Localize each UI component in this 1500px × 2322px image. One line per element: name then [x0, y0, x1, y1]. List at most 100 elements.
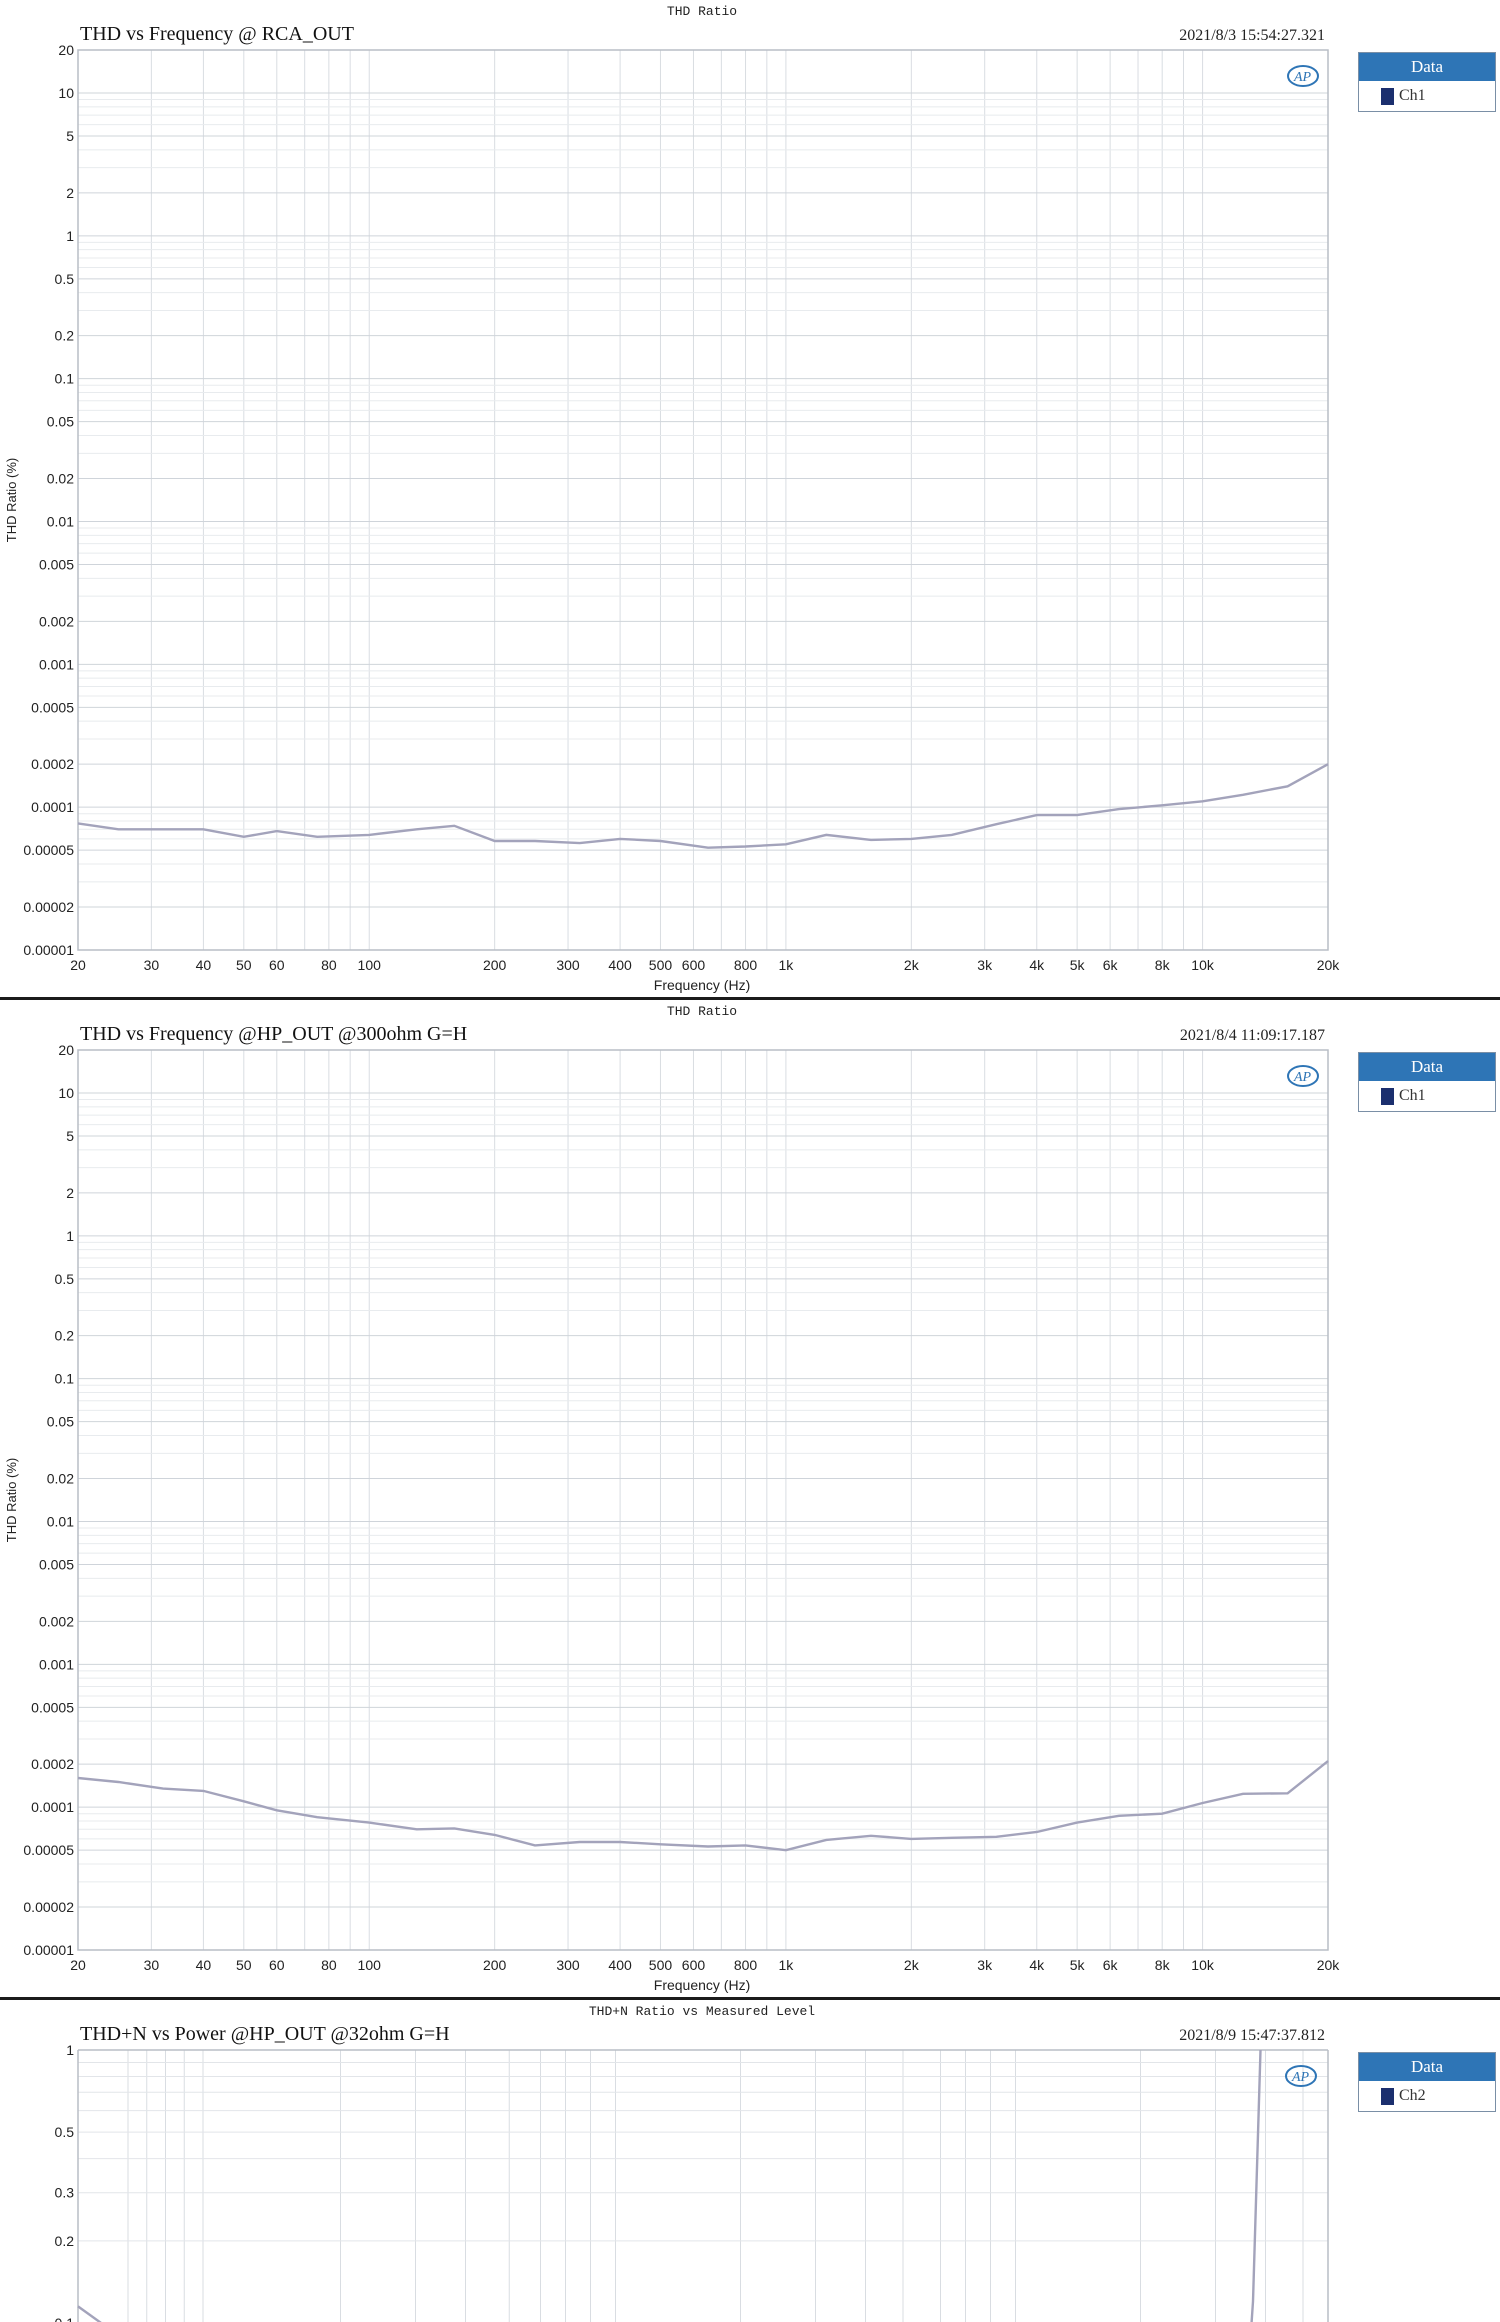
- legend-entry[interactable]: Ch1: [1359, 81, 1495, 111]
- x-tick-label: 6k: [1103, 957, 1119, 973]
- x-tick-label: 30: [144, 1957, 160, 1973]
- x-tick-label: 20: [70, 957, 86, 973]
- legend-label: Ch1: [1399, 1087, 1426, 1104]
- legend-entry[interactable]: Ch2: [1359, 2081, 1495, 2111]
- y-tick-label: 0.01: [47, 1513, 74, 1529]
- x-tick-label: 3k: [977, 957, 993, 973]
- y-tick-label: 10: [58, 1085, 74, 1101]
- x-tick-label: 20: [70, 1957, 86, 1973]
- x-tick-label: 800: [734, 957, 758, 973]
- chart-title: THD vs Frequency @HP_OUT @300ohm G=H: [80, 1023, 467, 1045]
- y-tick-label: 0.05: [47, 1414, 74, 1430]
- chart-panel-3: THD+N Ratio vs Measured Level THD+N vs Po…: [0, 2000, 1500, 2322]
- legend-label: Ch2: [1399, 2087, 1426, 2104]
- y-tick-label: 0.005: [39, 556, 74, 572]
- y-tick-label: 5: [66, 128, 74, 144]
- y-tick-label: 0.0002: [31, 756, 74, 772]
- x-tick-label: 3k: [977, 1957, 993, 1973]
- x-tick-label: 20k: [1317, 957, 1341, 973]
- x-tick-label: 200: [483, 957, 507, 973]
- x-tick-label: 500: [649, 1957, 673, 1973]
- legend-2: Data Ch1: [1358, 1052, 1496, 1112]
- legend-title: Data: [1359, 2053, 1495, 2081]
- x-tick-label: 4k: [1029, 1957, 1045, 1973]
- x-tick-label: 5k: [1070, 1957, 1086, 1973]
- x-axis-label: Frequency (Hz): [654, 977, 750, 993]
- y-tick-label: 0.0005: [31, 1699, 74, 1715]
- y-tick-label: 0.001: [39, 1656, 74, 1672]
- chart-header: THD Ratio: [667, 4, 737, 19]
- y-tick-label: 0.00005: [23, 1842, 74, 1858]
- y-tick-label: 0.05: [47, 414, 74, 430]
- chart-timestamp: 2021/8/9 15:47:37.812: [1179, 2027, 1325, 2044]
- x-tick-label: 50: [236, 957, 252, 973]
- x-tick-label: 500: [649, 957, 673, 973]
- y-tick-label: 0.0001: [31, 1799, 74, 1815]
- chart-svg-1: THD Ratio THD vs Frequency @ RCA_OUT 2021/…: [4, 4, 1341, 993]
- chart-timestamp: 2021/8/4 11:09:17.187: [1180, 1027, 1325, 1044]
- y-tick-label: 0.00001: [23, 942, 74, 958]
- x-tick-label: 20k: [1317, 1957, 1341, 1973]
- x-tick-label: 60: [269, 957, 285, 973]
- x-tick-label: 40: [196, 1957, 212, 1973]
- chart-svg-3: THD+N Ratio vs Measured Level THD+N vs Po…: [55, 2004, 1329, 2322]
- chart-title: THD vs Frequency @ RCA_OUT: [80, 23, 354, 45]
- y-tick-label: 0.002: [39, 613, 74, 629]
- y-tick-label: 0.02: [47, 1471, 74, 1487]
- y-tick-label: 10: [58, 85, 74, 101]
- y-tick-label: 0.01: [47, 513, 74, 529]
- legend-swatch: [1381, 87, 1394, 105]
- y-tick-label: 0.02: [47, 471, 74, 487]
- x-tick-label: 8k: [1155, 1957, 1171, 1973]
- y-tick-label: 0.001: [39, 656, 74, 672]
- legend-title: Data: [1359, 53, 1495, 81]
- x-tick-label: 400: [608, 957, 632, 973]
- svg-text:AP: AP: [1293, 1070, 1312, 1085]
- chart-svg-2: THD Ratio THD vs Frequency @HP_OUT @300oh…: [4, 1004, 1341, 1993]
- y-tick-label: 0.0002: [31, 1756, 74, 1772]
- legend-entry[interactable]: Ch1: [1359, 1081, 1495, 1111]
- x-tick-label: 1k: [779, 957, 795, 973]
- ap-logo-icon: AP: [1285, 63, 1321, 89]
- x-tick-label: 600: [682, 957, 706, 973]
- y-tick-label: 1: [66, 2042, 74, 2058]
- x-tick-label: 200: [483, 1957, 507, 1973]
- x-tick-label: 300: [556, 957, 580, 973]
- x-tick-label: 50: [236, 1957, 252, 1973]
- y-tick-label: 0.2: [55, 2233, 75, 2249]
- y-axis-label: THD Ratio (%): [4, 1458, 19, 1543]
- chart-header: THD Ratio: [667, 1004, 737, 1019]
- y-tick-label: 0.2: [55, 328, 75, 344]
- y-tick-label: 1: [66, 1228, 74, 1244]
- x-tick-label: 4k: [1029, 957, 1045, 973]
- y-tick-label: 0.00002: [23, 1899, 74, 1915]
- y-tick-label: 2: [66, 185, 74, 201]
- plot-frame: [77, 49, 1329, 951]
- x-tick-label: 80: [321, 957, 337, 973]
- x-tick-label: 2k: [904, 957, 920, 973]
- svg-text:AP: AP: [1293, 70, 1312, 85]
- ap-logo-icon: AP: [1285, 1063, 1321, 1089]
- series-line-ch1: [77, 763, 1329, 849]
- x-tick-label: 2k: [904, 1957, 920, 1973]
- series-line-ch1: [77, 1760, 1329, 1852]
- legend-swatch: [1381, 1087, 1394, 1105]
- y-tick-label: 0.0005: [31, 699, 74, 715]
- legend-swatch: [1381, 2087, 1394, 2105]
- x-tick-label: 5k: [1070, 957, 1086, 973]
- x-tick-label: 400: [608, 1957, 632, 1973]
- x-tick-label: 6k: [1103, 1957, 1119, 1973]
- x-tick-label: 100: [358, 1957, 382, 1973]
- x-tick-label: 40: [196, 957, 212, 973]
- y-tick-label: 1: [66, 228, 74, 244]
- chart-panel-1: THD Ratio THD vs Frequency @ RCA_OUT 2021/…: [0, 0, 1500, 997]
- y-tick-label: 0.5: [55, 1271, 75, 1287]
- x-tick-label: 10k: [1191, 1957, 1215, 1973]
- x-tick-label: 30: [144, 957, 160, 973]
- y-tick-label: 0.00001: [23, 1942, 74, 1958]
- svg-text:AP: AP: [1291, 2070, 1310, 2085]
- y-tick-label: 0.00002: [23, 899, 74, 915]
- y-tick-label: 0.2: [55, 1328, 75, 1344]
- y-tick-label: 20: [58, 42, 74, 58]
- x-axis-label: Frequency (Hz): [654, 1977, 750, 1993]
